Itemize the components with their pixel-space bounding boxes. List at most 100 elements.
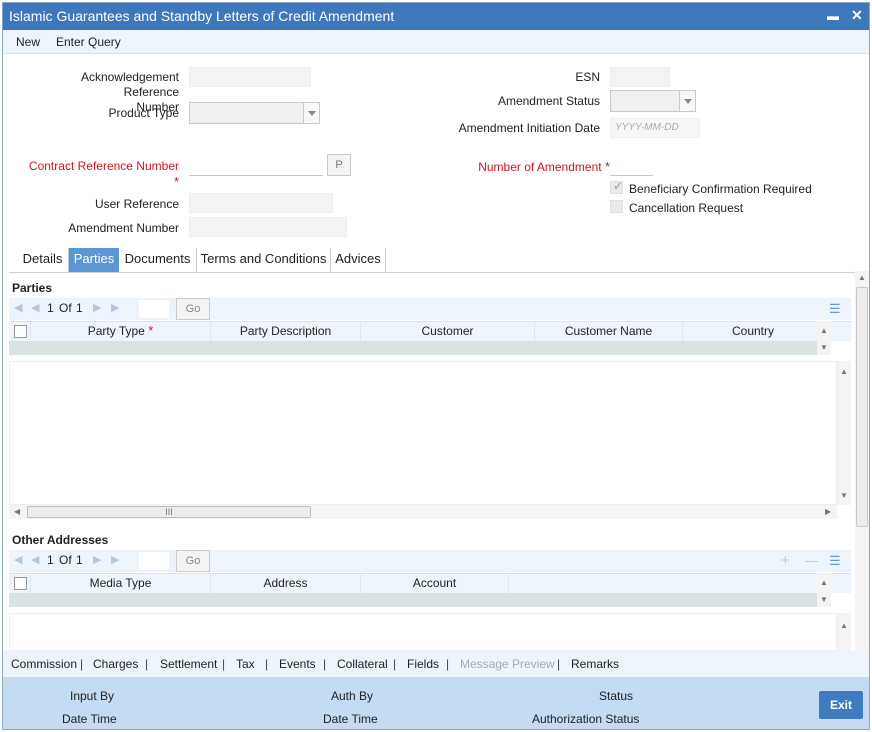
enter-query-menu-item[interactable]: Enter Query: [56, 35, 121, 49]
user-reference-input[interactable]: [189, 193, 333, 213]
settlement-link[interactable]: Settlement: [160, 657, 217, 671]
table-row[interactable]: [9, 593, 817, 607]
message-preview-link: Message Preview: [460, 657, 555, 671]
addresses-grid-body: [9, 613, 837, 651]
addresses-select-all-checkbox[interactable]: [14, 577, 27, 590]
list-options-icon[interactable]: ☰: [829, 301, 841, 317]
required-star-icon: *: [173, 174, 179, 189]
scroll-down-icon[interactable]: ▼: [820, 343, 828, 352]
other-addresses-section-title: Other Addresses: [12, 533, 109, 547]
ack-ref-label-line1: Acknowledgement Reference: [80, 70, 179, 99]
footer-separator: |: [393, 657, 397, 671]
tab-terms-and-conditions[interactable]: Terms and Conditions: [197, 248, 331, 272]
scroll-right-icon[interactable]: ▶: [825, 507, 831, 516]
product-type-select[interactable]: [189, 102, 320, 124]
contract-ref-label-text: Contract Reference Number: [28, 159, 179, 173]
parties-header-scrollbar[interactable]: ▲ ▼: [817, 321, 831, 355]
menu-bar: New Enter Query: [3, 30, 869, 54]
beneficiary-confirmation-checkbox[interactable]: ✓: [610, 179, 623, 194]
parties-go-button[interactable]: Go: [176, 298, 210, 320]
amendment-initiation-date-label: Amendment Initiation Date: [458, 121, 600, 135]
addresses-body-scrollbar[interactable]: ▲: [837, 613, 851, 651]
esn-input[interactable]: [610, 67, 670, 87]
prev-page-icon[interactable]: ◀: [31, 553, 39, 566]
addresses-header-scrollbar[interactable]: ▲ ▼: [817, 573, 831, 607]
footer-separator: |: [80, 657, 84, 671]
parties-page-input[interactable]: [139, 300, 169, 318]
collateral-link[interactable]: Collateral: [337, 657, 388, 671]
remarks-link[interactable]: Remarks: [571, 657, 619, 671]
parties-pager: ◀ ◀ 1 Of 1 ▶ ▶ Go ☰: [9, 298, 851, 320]
fields-link[interactable]: Fields: [407, 657, 439, 671]
scroll-left-icon[interactable]: ◀: [14, 507, 20, 516]
col-country: Country: [731, 324, 775, 338]
close-icon[interactable]: ✕: [851, 7, 863, 24]
p-lookup-button[interactable]: P: [327, 154, 351, 176]
last-page-icon[interactable]: ▶: [111, 553, 119, 566]
tab-details[interactable]: Details: [17, 248, 69, 272]
scroll-up-icon[interactable]: ▲: [858, 273, 866, 282]
chevron-down-icon[interactable]: [679, 91, 695, 111]
addresses-go-button[interactable]: Go: [176, 550, 210, 572]
scroll-up-icon[interactable]: ▲: [840, 367, 848, 376]
parties-section-title: Parties: [12, 281, 53, 295]
parties-total-pages: 1: [76, 301, 83, 315]
horizontal-scroll-thumb[interactable]: III: [27, 506, 311, 518]
delete-row-icon[interactable]: —: [805, 553, 818, 568]
footer-separator: |: [222, 657, 226, 671]
scroll-down-icon[interactable]: ▼: [840, 491, 848, 500]
page-scrollbar[interactable]: ▲: [855, 271, 869, 651]
tax-link[interactable]: Tax: [236, 657, 255, 671]
number-of-amendment-label-text: Number of Amendment: [478, 160, 602, 174]
exit-button[interactable]: Exit: [819, 691, 863, 719]
col-address: Address: [211, 574, 361, 593]
cancellation-request-checkbox[interactable]: [610, 200, 623, 213]
title-bar: Islamic Guarantees and Standby Letters o…: [3, 3, 869, 30]
amendment-initiation-date-input[interactable]: YYYY-MM-DD: [610, 118, 700, 138]
first-page-icon[interactable]: ◀: [14, 553, 22, 566]
parties-select-all-checkbox[interactable]: [14, 325, 27, 338]
auth-by-label: Auth By: [331, 689, 374, 703]
scroll-up-icon[interactable]: ▲: [820, 578, 828, 587]
next-page-icon[interactable]: ▶: [93, 553, 101, 566]
auth-date-time-label: Date Time: [323, 712, 378, 726]
parties-select-all-cell: [9, 322, 31, 341]
tab-advices[interactable]: Advices: [331, 248, 386, 272]
events-link[interactable]: Events: [279, 657, 316, 671]
list-options-icon[interactable]: ☰: [829, 553, 841, 569]
add-row-icon[interactable]: +: [781, 552, 790, 569]
scroll-up-icon[interactable]: ▲: [820, 326, 828, 335]
required-star-icon: *: [148, 323, 154, 338]
col-customer-name: Customer Name: [535, 322, 683, 341]
commission-link[interactable]: Commission: [11, 657, 77, 671]
scroll-down-icon[interactable]: ▼: [820, 595, 828, 604]
last-page-icon[interactable]: ▶: [111, 301, 119, 314]
ack-ref-input[interactable]: [189, 67, 311, 87]
contract-ref-label: Contract Reference Number *: [23, 159, 179, 190]
amendment-number-input[interactable]: [189, 217, 347, 237]
first-page-icon[interactable]: ◀: [14, 301, 22, 314]
parties-of-label: Of: [59, 301, 72, 315]
parties-horizontal-scrollbar[interactable]: ◀ III ▶: [9, 505, 837, 519]
parties-body-scrollbar[interactable]: ▲ ▼: [837, 361, 851, 505]
addresses-page-input[interactable]: [139, 552, 169, 570]
chevron-down-icon[interactable]: [303, 103, 319, 123]
date-time-label: Date Time: [62, 712, 117, 726]
table-row[interactable]: [9, 341, 817, 355]
addresses-current-page: 1: [47, 553, 54, 567]
number-of-amendment-input[interactable]: [610, 156, 653, 176]
tab-divider: [9, 272, 855, 273]
prev-page-icon[interactable]: ◀: [31, 301, 39, 314]
contract-ref-input[interactable]: [189, 156, 323, 176]
minimize-icon[interactable]: ▬: [827, 9, 839, 23]
tab-documents[interactable]: Documents: [119, 248, 197, 272]
amendment-status-select[interactable]: [610, 90, 696, 112]
page-scroll-thumb[interactable]: [856, 287, 868, 527]
next-page-icon[interactable]: ▶: [93, 301, 101, 314]
audit-status-bar: Input By Date Time Auth By Date Time Sta…: [3, 677, 869, 729]
scroll-up-icon[interactable]: ▲: [840, 621, 848, 630]
tab-parties[interactable]: Parties: [69, 248, 119, 272]
new-menu-item[interactable]: New: [16, 35, 40, 49]
product-type-label: Product Type: [108, 106, 180, 120]
charges-link[interactable]: Charges: [93, 657, 138, 671]
